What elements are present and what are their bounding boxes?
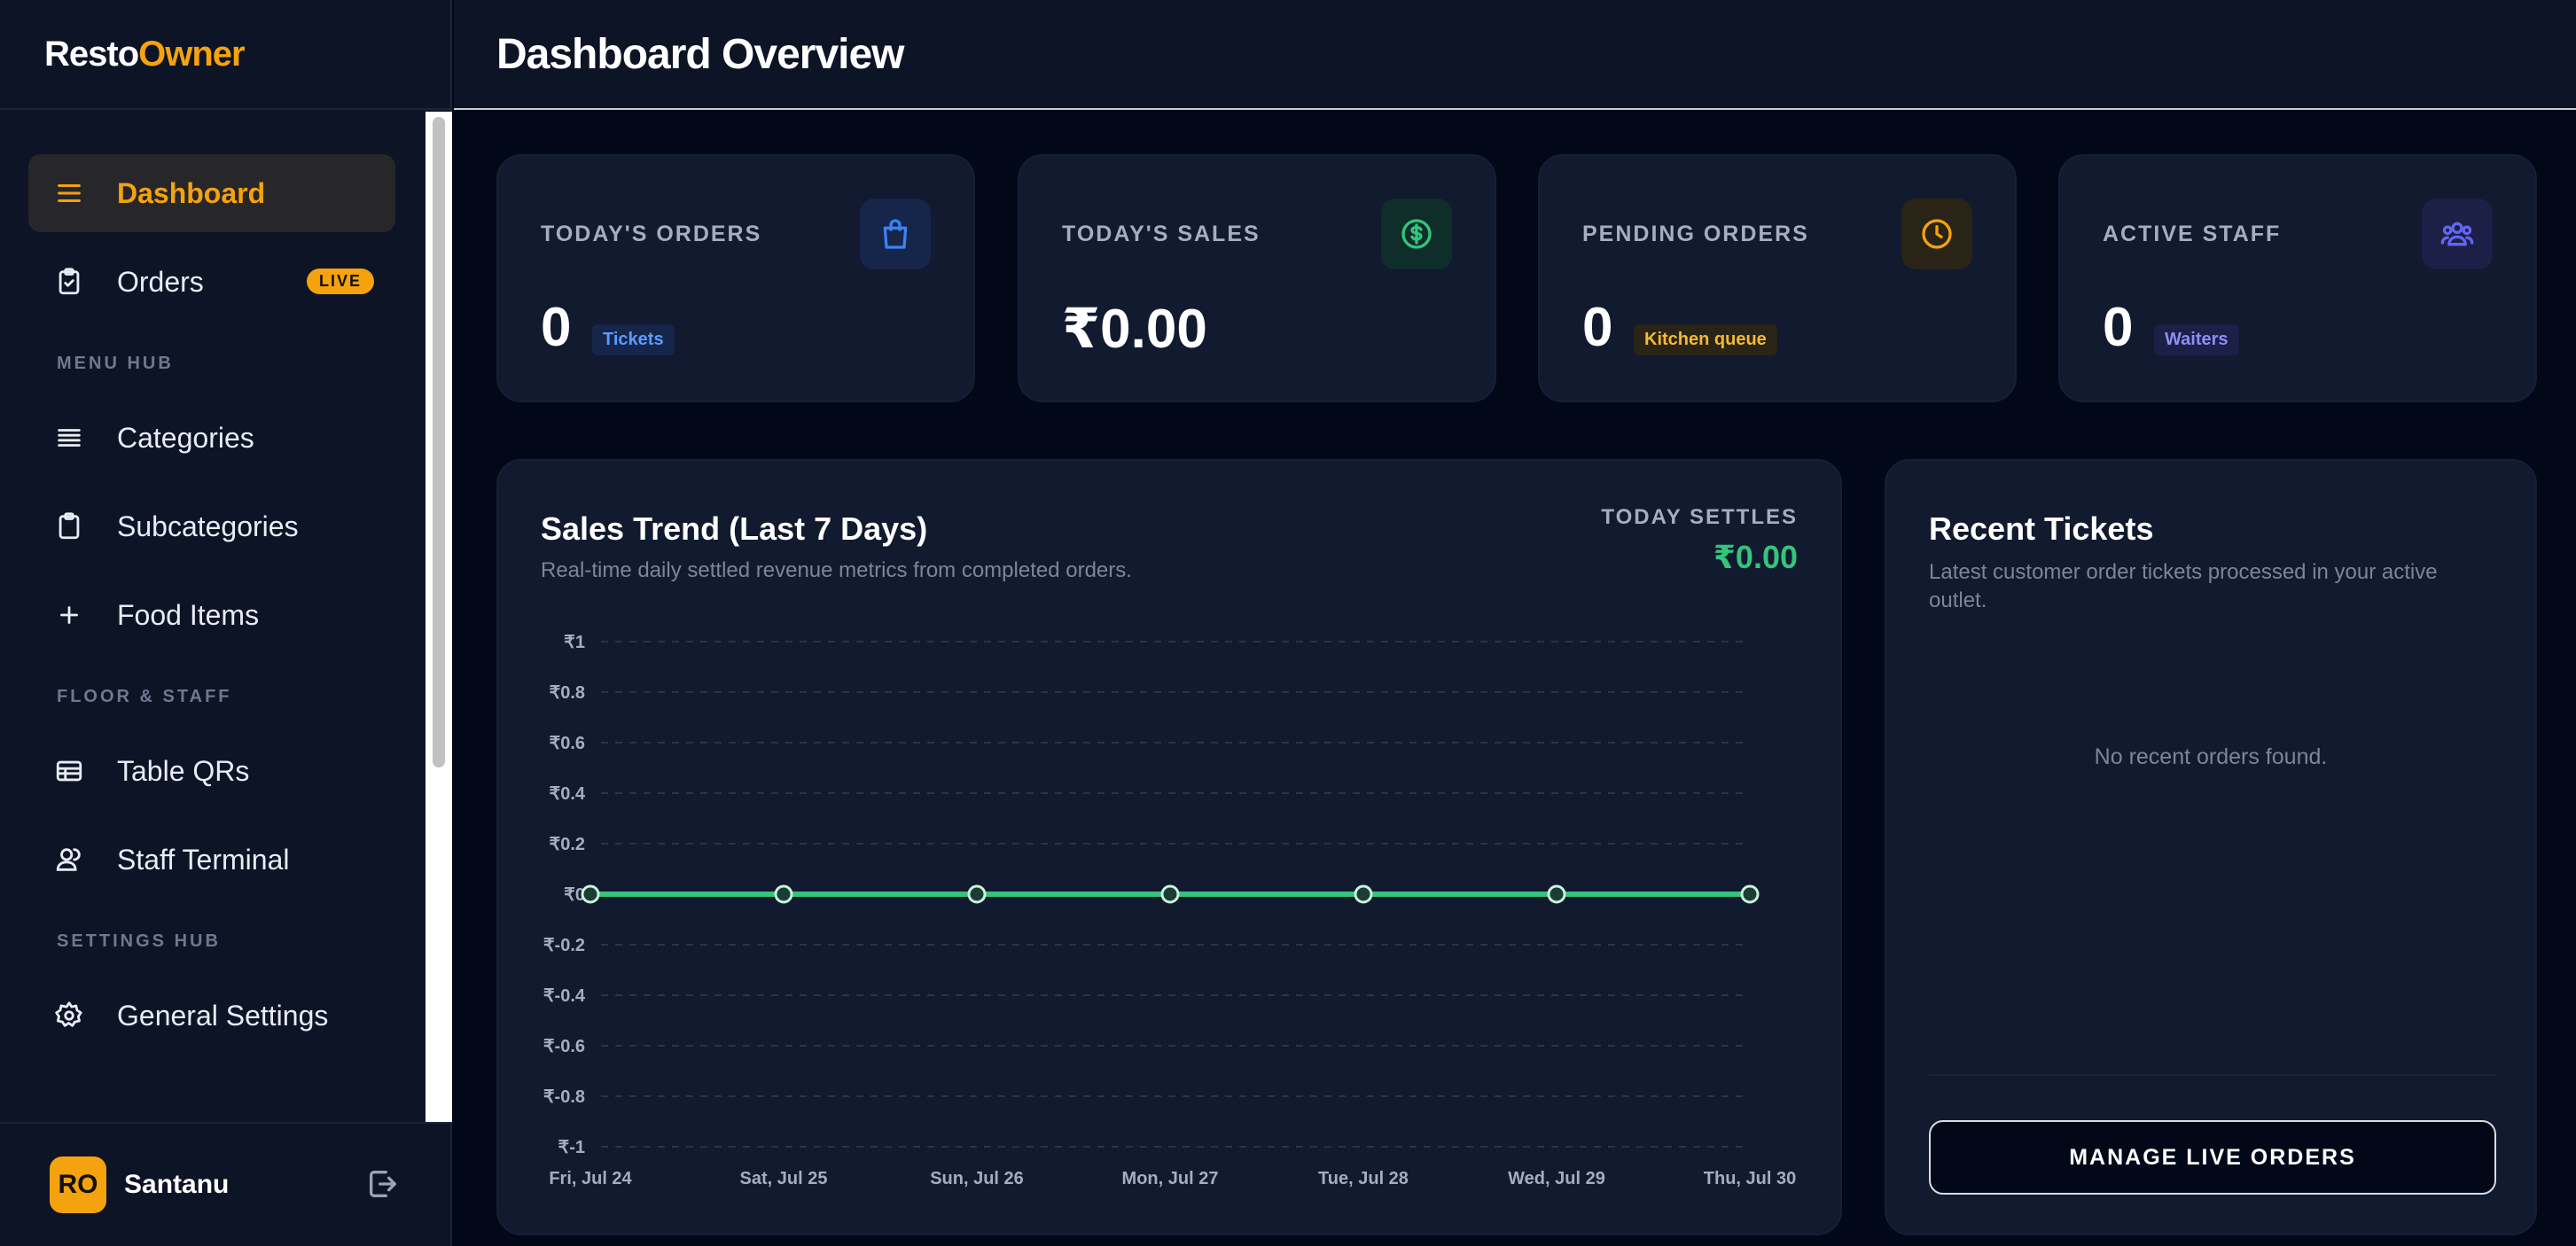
- dollar-circle-icon: [1381, 199, 1452, 269]
- sidebar-item-staff-terminal[interactable]: Staff Terminal: [28, 821, 395, 899]
- page-header: Dashboard Overview: [454, 0, 2576, 110]
- user-bar: RO Santanu: [0, 1122, 450, 1246]
- brand-logo[interactable]: Resto Owner: [0, 0, 450, 110]
- empty-state: No recent orders found.: [2094, 744, 2328, 769]
- x-tick-label: Sun, Jul 26: [930, 1169, 1024, 1188]
- x-tick-label: Sat, Jul 25: [740, 1169, 828, 1188]
- x-tick-label: Wed, Jul 29: [1508, 1169, 1605, 1188]
- stat-card-todays-sales: TODAY'S SALES ₹0.00: [1018, 154, 1496, 402]
- sidebar-item-label: Staff Terminal: [117, 843, 290, 876]
- stat-value: 0: [2103, 297, 2134, 358]
- data-point: [967, 884, 987, 904]
- data-point: [581, 884, 600, 904]
- x-tick-label: Fri, Jul 24: [549, 1169, 632, 1188]
- data-point: [1740, 884, 1760, 904]
- plus-icon: [53, 599, 85, 631]
- sidebar-item-general-settings[interactable]: General Settings: [28, 977, 395, 1055]
- recent-tickets-title: Recent Tickets: [1929, 510, 2154, 547]
- stat-label: TODAY'S ORDERS: [541, 222, 762, 246]
- x-tick-label: Tue, Jul 28: [1318, 1169, 1409, 1188]
- nav-section-menu-hub: MENU HUB: [57, 353, 174, 373]
- gear-icon: [53, 1000, 85, 1032]
- stat-chip: Tickets: [592, 324, 675, 355]
- sidebar-item-label: General Settings: [117, 999, 329, 1032]
- data-point: [1547, 884, 1566, 904]
- sidebar-item-orders[interactable]: Orders LIVE: [28, 243, 395, 321]
- y-tick-label: ₹1: [564, 633, 585, 652]
- y-tick-label: ₹0.4: [549, 784, 585, 804]
- scrollbar-thumb[interactable]: [433, 117, 445, 767]
- y-tick-label: ₹0.6: [549, 734, 585, 753]
- sidebar: Resto Owner Dashboard Orders LIVE MENU HU…: [0, 0, 452, 1246]
- user-name: Santanu: [124, 1170, 230, 1199]
- brand-part-1: Resto: [44, 34, 139, 74]
- data-point: [774, 884, 793, 904]
- sidebar-item-label: Orders: [117, 265, 204, 298]
- users-icon: [53, 844, 85, 876]
- sidebar-item-label: Categories: [117, 421, 254, 454]
- stat-card-pending-orders: PENDING ORDERS 0 Kitchen queue: [1538, 154, 2017, 402]
- y-tick-label: ₹0.8: [549, 683, 585, 703]
- sidebar-item-label: Dashboard: [117, 176, 266, 209]
- sidebar-item-categories[interactable]: Categories: [28, 399, 395, 477]
- live-badge: LIVE: [306, 269, 374, 294]
- stat-chip: Kitchen queue: [1634, 324, 1777, 355]
- recent-tickets-card: Recent Tickets Latest customer order tic…: [1885, 459, 2537, 1235]
- list-icon: [53, 422, 85, 454]
- stat-value: 0: [1582, 297, 1613, 358]
- sidebar-item-subcategories[interactable]: Subcategories: [28, 487, 395, 565]
- stat-card-active-staff: ACTIVE STAFF 0 Waiters: [2058, 154, 2537, 402]
- stat-label: TODAY'S SALES: [1062, 222, 1261, 246]
- clock-icon: [1901, 199, 1972, 269]
- logout-icon[interactable]: [365, 1166, 401, 1202]
- sidebar-item-food-items[interactable]: Food Items: [28, 576, 395, 654]
- users-icon: [2422, 199, 2493, 269]
- y-tick-label: ₹-1: [558, 1138, 585, 1157]
- shopping-bag-icon: [860, 199, 931, 269]
- brand-part-2: Owner: [138, 34, 245, 74]
- sidebar-item-label: Food Items: [117, 598, 260, 631]
- stat-label: PENDING ORDERS: [1582, 222, 1809, 246]
- sidebar-nav: Dashboard Orders LIVE MENU HUB Categorie…: [0, 112, 424, 1122]
- y-tick-label: ₹0.2: [549, 835, 585, 854]
- sidebar-item-label: Table QRs: [117, 754, 250, 787]
- divider: [1929, 1074, 2496, 1076]
- data-point: [1354, 884, 1373, 904]
- y-tick-label: ₹-0.4: [543, 986, 586, 1006]
- stat-label: ACTIVE STAFF: [2103, 222, 2282, 246]
- sales-trend-card: Sales Trend (Last 7 Days) Real-time dail…: [496, 459, 1842, 1235]
- stat-value: 0: [541, 297, 572, 358]
- manage-live-orders-button[interactable]: MANAGE LIVE ORDERS: [1929, 1120, 2496, 1195]
- stat-value: ₹0.00: [1062, 299, 1207, 360]
- page-title: Dashboard Overview: [496, 30, 905, 78]
- sidebar-item-dashboard[interactable]: Dashboard: [28, 154, 395, 232]
- menu-lines-icon: [53, 177, 85, 209]
- y-tick-label: ₹-0.6: [543, 1037, 585, 1056]
- sidebar-scrollbar[interactable]: [425, 112, 452, 1122]
- x-tick-label: Thu, Jul 30: [1704, 1169, 1796, 1188]
- recent-tickets-subtitle: Latest customer order tickets processed …: [1929, 560, 2438, 612]
- clipboard-check-icon: [53, 266, 85, 298]
- avatar[interactable]: RO: [50, 1156, 106, 1213]
- table-icon: [53, 755, 85, 787]
- sidebar-item-table-qrs[interactable]: Table QRs: [28, 732, 395, 810]
- nav-section-floor-staff: FLOOR & STAFF: [57, 686, 232, 706]
- y-tick-label: ₹-0.8: [543, 1087, 585, 1107]
- data-point: [1160, 884, 1180, 904]
- clipboard-icon: [53, 510, 85, 542]
- sales-trend-chart: ₹1₹0.8₹0.6₹0.4₹0.2₹0₹-0.2₹-0.4₹-0.6₹-0.8…: [543, 633, 1796, 1188]
- nav-section-settings-hub: SETTINGS HUB: [57, 931, 221, 951]
- sidebar-item-label: Subcategories: [117, 510, 299, 542]
- stat-card-todays-orders: TODAY'S ORDERS 0 Tickets: [496, 154, 975, 402]
- y-tick-label: ₹-0.2: [543, 936, 585, 955]
- stat-chip: Waiters: [2154, 324, 2239, 355]
- x-tick-label: Mon, Jul 27: [1122, 1169, 1219, 1188]
